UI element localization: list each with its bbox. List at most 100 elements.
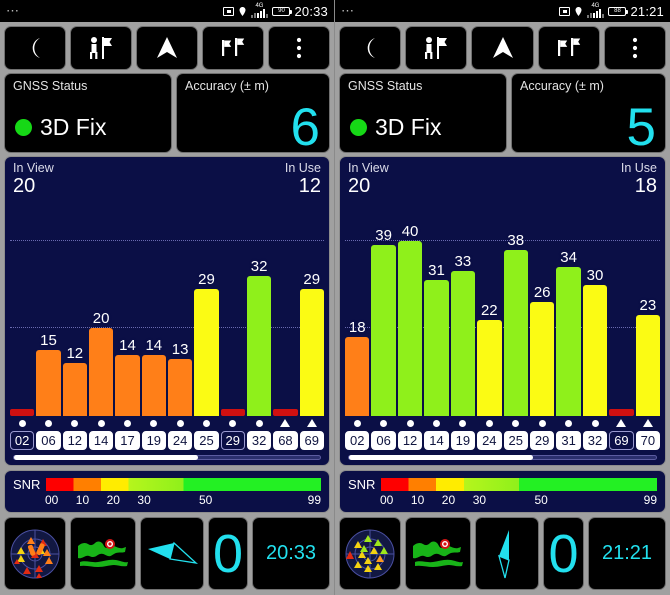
- chart-horizontal-scrollbar[interactable]: [13, 455, 321, 460]
- person-flag-icon: [90, 37, 112, 59]
- speed-display-button[interactable]: 0: [208, 517, 248, 590]
- dual-screenshot-comparison: ⋯ 4G 90 20:33 GNSS Status 3D Fix Accurac…: [0, 0, 670, 595]
- satellite-id-chip[interactable]: 12: [62, 431, 87, 450]
- overflow-menu-button[interactable]: [603, 26, 667, 70]
- gnss-status-card[interactable]: GNSS Status 3D Fix: [4, 73, 172, 153]
- chart-bar: [635, 315, 661, 416]
- chart-bar-slot[interactable]: [220, 197, 245, 416]
- satellite-id-chip[interactable]: 19: [450, 431, 476, 450]
- snr-tick-label: 30: [472, 493, 487, 507]
- satellite-id-chip[interactable]: 24: [477, 431, 502, 450]
- chart-bar-slot[interactable]: [10, 197, 35, 416]
- chart-bar-slot[interactable]: 26: [529, 197, 555, 416]
- chart-bar-slot[interactable]: 18: [345, 197, 370, 416]
- satellite-id-chip[interactable]: 32: [246, 431, 272, 450]
- satellite-id-chip[interactable]: 02: [10, 431, 35, 450]
- compass-needle-icon: [148, 541, 199, 564]
- satellite-id-chip[interactable]: 14: [424, 431, 449, 450]
- snr-bar-plot[interactable]: 15 12 20 14 14 13 29 32 29: [10, 197, 324, 416]
- accuracy-card[interactable]: Accuracy (± m) 5: [511, 73, 666, 154]
- clock-display-button[interactable]: 21:21: [588, 517, 666, 590]
- compass-button[interactable]: [140, 517, 204, 590]
- moon-icon: [32, 38, 40, 58]
- satellite-id-chip[interactable]: 31: [556, 431, 581, 450]
- gnss-status-card[interactable]: GNSS Status 3D Fix: [339, 73, 507, 153]
- fix-status-value: 3D Fix: [40, 114, 107, 140]
- chart-bar-slot[interactable]: 13: [167, 197, 193, 416]
- chart-bar-slot[interactable]: 15: [36, 197, 61, 416]
- chart-bar-slot[interactable]: 31: [424, 197, 449, 416]
- satellite-marker: [477, 419, 501, 427]
- sky-plot-button[interactable]: [4, 517, 66, 590]
- satellite-id-chip[interactable]: 29: [529, 431, 555, 450]
- satellite-id-chip[interactable]: 19: [141, 431, 166, 450]
- satellite-id-chip[interactable]: 68: [273, 431, 298, 450]
- chart-bar-slot[interactable]: 32: [246, 197, 272, 416]
- clock-display-button[interactable]: 20:33: [252, 517, 330, 590]
- chart-bar-slot[interactable]: 14: [115, 197, 140, 416]
- satellite-id-chip[interactable]: 06: [371, 431, 396, 450]
- satellite-id-row[interactable]: 02 06 12 14 17 19 24 25 29 32 68 69: [5, 430, 329, 450]
- status-bar: ⋯ 4G 90 20:33: [0, 0, 334, 22]
- snr-tick-row: 00 10 20 30 50 99: [13, 493, 321, 508]
- satellite-id-row[interactable]: 02 06 12 14 19 24 25 29 31 32 69 70: [340, 430, 665, 450]
- compass-button[interactable]: [475, 517, 539, 590]
- satellite-id-chip[interactable]: 25: [503, 431, 528, 450]
- satellite-id-chip[interactable]: 14: [88, 431, 114, 450]
- chart-bar-slot[interactable]: 12: [62, 197, 87, 416]
- world-map-button[interactable]: [70, 517, 136, 590]
- chart-bar-slot[interactable]: 30: [582, 197, 608, 416]
- snr-bar-plot[interactable]: 18 39 40 31 33 22 38 26 34 30 23: [345, 197, 661, 416]
- speed-value: 0: [548, 523, 579, 584]
- satellite-id-chip[interactable]: 70: [635, 431, 661, 450]
- satellite-id-chip[interactable]: 02: [345, 431, 370, 450]
- waypoints-button[interactable]: [537, 26, 600, 70]
- chart-bar-slot[interactable]: 33: [450, 197, 476, 416]
- scrollbar-thumb[interactable]: [349, 455, 534, 460]
- chart-bar-slot[interactable]: [273, 197, 298, 416]
- chart-bar-slot[interactable]: 34: [556, 197, 581, 416]
- chart-bar-slot[interactable]: [609, 197, 634, 416]
- chart-horizontal-scrollbar[interactable]: [348, 455, 657, 460]
- navigate-button[interactable]: [136, 26, 198, 70]
- satellite-marker: [556, 419, 580, 427]
- waypoints-button[interactable]: [202, 26, 264, 70]
- night-mode-button[interactable]: [339, 26, 402, 70]
- satellite-id-chip[interactable]: 12: [397, 431, 423, 450]
- chart-bar-slot[interactable]: 14: [141, 197, 166, 416]
- satellite-id-chip[interactable]: 06: [36, 431, 61, 450]
- chart-bar-slot[interactable]: 39: [371, 197, 396, 416]
- satellite-id-chip[interactable]: 69: [609, 431, 634, 450]
- satellite-id-chip[interactable]: 24: [167, 431, 193, 450]
- satellite-id-chip[interactable]: 25: [194, 431, 219, 450]
- set-waypoint-button[interactable]: [70, 26, 132, 70]
- chart-bar-slot[interactable]: 20: [88, 197, 114, 416]
- chart-bar-value-label: 18: [348, 319, 366, 337]
- circle-marker-icon: [512, 419, 520, 427]
- set-waypoint-button[interactable]: [405, 26, 468, 70]
- satellite-id-chip[interactable]: 69: [299, 431, 324, 450]
- chart-bar-slot[interactable]: 29: [299, 197, 324, 416]
- world-map-button[interactable]: [405, 517, 471, 590]
- navigate-button[interactable]: [471, 26, 534, 70]
- chart-bar-slot[interactable]: 40: [397, 197, 423, 416]
- chart-bar-slot[interactable]: 38: [503, 197, 528, 416]
- chart-bar: [582, 284, 608, 416]
- battery-icon: 90: [272, 6, 293, 16]
- night-mode-button[interactable]: [4, 26, 66, 70]
- satellite-id-chip[interactable]: 29: [220, 431, 245, 450]
- speed-display-button[interactable]: 0: [543, 517, 584, 590]
- chart-bar-slot[interactable]: 23: [635, 197, 661, 416]
- chart-bar-slot[interactable]: 22: [477, 197, 502, 416]
- chart-bar-value-label: 22: [480, 301, 498, 319]
- satellite-id-chip[interactable]: 32: [582, 431, 608, 450]
- chart-bar-slot[interactable]: 29: [194, 197, 219, 416]
- satellite-marker: [273, 419, 297, 427]
- overflow-menu-button[interactable]: [268, 26, 330, 70]
- satellite-id-chip[interactable]: 17: [115, 431, 140, 450]
- scrollbar-thumb[interactable]: [14, 455, 198, 460]
- accuracy-card[interactable]: Accuracy (± m) 6: [176, 73, 330, 154]
- gnss-status-label: GNSS Status: [13, 79, 88, 93]
- chart-bar: [397, 240, 423, 416]
- sky-plot-button[interactable]: [339, 517, 401, 590]
